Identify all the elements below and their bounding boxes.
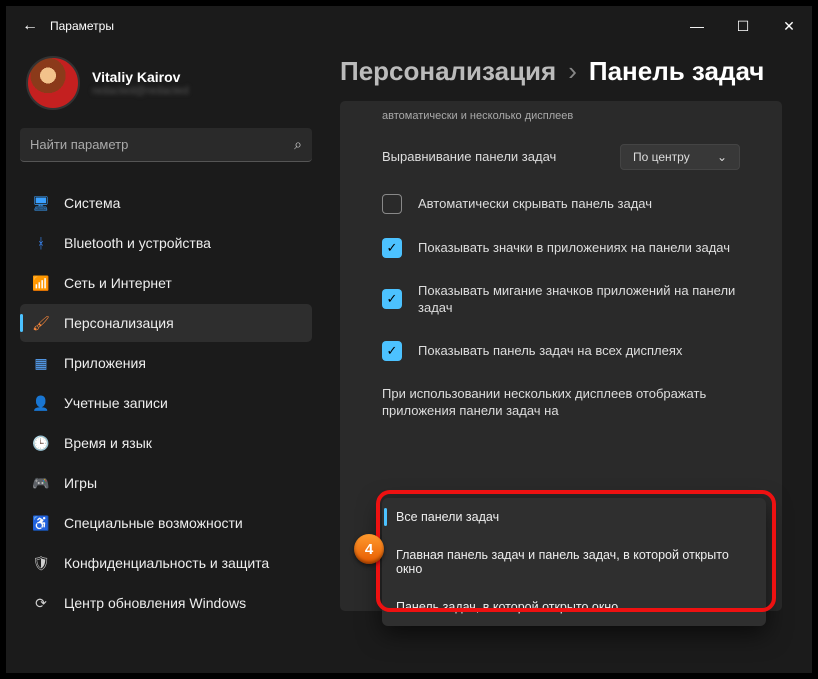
nav-icon: ▦: [32, 354, 50, 372]
back-button[interactable]: ←: [14, 17, 46, 35]
sidebar-item-9[interactable]: 🛡 Конфиденциальность и защита: [20, 544, 312, 582]
search-box[interactable]: ⌕: [20, 128, 312, 162]
sidebar-item-2[interactable]: 📶 Сеть и Интернет: [20, 264, 312, 302]
nav-icon: ᚼ: [32, 234, 50, 252]
close-button[interactable]: ✕: [766, 6, 812, 46]
sidebar-item-1[interactable]: ᚼ Bluetooth и устройства: [20, 224, 312, 262]
row-badges[interactable]: ✓ Показывать значки в приложениях на пан…: [340, 226, 782, 270]
sidebar-item-6[interactable]: 🕒 Время и язык: [20, 424, 312, 462]
breadcrumb-parent[interactable]: Персонализация: [340, 56, 556, 87]
nav-icon: 🕒: [32, 434, 50, 452]
sidebar-item-7[interactable]: 🎮 Игры: [20, 464, 312, 502]
nav-label: Время и язык: [64, 435, 152, 451]
sidebar-item-8[interactable]: ♿ Специальные возможности: [20, 504, 312, 542]
minimize-button[interactable]: —: [674, 6, 720, 46]
annotation-badge-4: 4: [354, 534, 384, 564]
row-autohide[interactable]: Автоматически скрывать панель задач: [340, 182, 782, 226]
dropdown-option-all[interactable]: Все панели задач: [382, 498, 766, 536]
multi-display-dropdown[interactable]: Все панели задач Главная панель задач и …: [382, 498, 766, 626]
titlebar: ← Параметры — ☐ ✕: [6, 6, 812, 46]
search-icon: ⌕: [294, 136, 302, 153]
row-multi-label: При использовании нескольких дисплеев от…: [340, 373, 782, 432]
user-email: redacted@redacted: [92, 85, 189, 97]
row-flash[interactable]: ✓ Показывать мигание значков приложений …: [340, 270, 782, 329]
avatar: [26, 56, 80, 110]
panel-subtext: автоматически и несколько дисплеев: [340, 101, 782, 132]
nav-label: Центр обновления Windows: [64, 595, 246, 611]
nav-label: Конфиденциальность и защита: [64, 555, 269, 571]
breadcrumb-current: Панель задач: [589, 56, 765, 87]
sidebar-item-10[interactable]: ⟳ Центр обновления Windows: [20, 584, 312, 622]
nav-icon: 👤: [32, 394, 50, 412]
nav-label: Персонализация: [64, 315, 174, 331]
nav-label: Игры: [64, 475, 97, 491]
sidebar-item-3[interactable]: 🖌 Персонализация: [20, 304, 312, 342]
checkbox-autohide[interactable]: [382, 194, 402, 214]
row-alignment: Выравнивание панели задач По центру⌄: [340, 132, 782, 182]
nav-label: Приложения: [64, 355, 146, 371]
search-input[interactable]: [30, 137, 294, 152]
checkbox-all-displays[interactable]: ✓: [382, 341, 402, 361]
sidebar-item-0[interactable]: 🖥 Система: [20, 184, 312, 222]
maximize-button[interactable]: ☐: [720, 6, 766, 46]
chevron-right-icon: ›: [568, 56, 577, 87]
nav-label: Сеть и Интернет: [64, 275, 172, 291]
nav-icon: ⟳: [32, 594, 50, 612]
window-title: Параметры: [50, 19, 114, 33]
nav-icon: 🖌: [32, 314, 50, 332]
nav-label: Bluetooth и устройства: [64, 235, 211, 251]
alignment-label: Выравнивание панели задач: [382, 148, 604, 166]
checkbox-badges[interactable]: ✓: [382, 238, 402, 258]
sidebar-item-5[interactable]: 👤 Учетные записи: [20, 384, 312, 422]
checkbox-flash[interactable]: ✓: [382, 289, 402, 309]
nav-icon: 📶: [32, 274, 50, 292]
breadcrumb: Персонализация › Панель задач: [340, 56, 782, 87]
alignment-select[interactable]: По центру⌄: [620, 144, 740, 170]
nav-icon: 🛡: [32, 554, 50, 572]
nav-icon: 🎮: [32, 474, 50, 492]
user-name: Vitaliy Kairov: [92, 69, 189, 85]
nav-label: Система: [64, 195, 120, 211]
nav-icon: ♿: [32, 514, 50, 532]
sidebar-item-4[interactable]: ▦ Приложения: [20, 344, 312, 382]
nav-label: Учетные записи: [64, 395, 168, 411]
dropdown-option-main-and-open[interactable]: Главная панель задач и панель задач, в к…: [382, 536, 766, 588]
sidebar: Vitaliy Kairov redacted@redacted ⌕ 🖥 Сист…: [6, 46, 326, 673]
dropdown-option-open[interactable]: Панель задач, в которой открыто окно: [382, 588, 766, 626]
chevron-down-icon: ⌄: [717, 150, 727, 164]
user-profile[interactable]: Vitaliy Kairov redacted@redacted: [20, 46, 312, 128]
nav-icon: 🖥: [32, 194, 50, 212]
row-all-displays[interactable]: ✓ Показывать панель задач на всех диспле…: [340, 329, 782, 373]
nav-label: Специальные возможности: [64, 515, 243, 531]
